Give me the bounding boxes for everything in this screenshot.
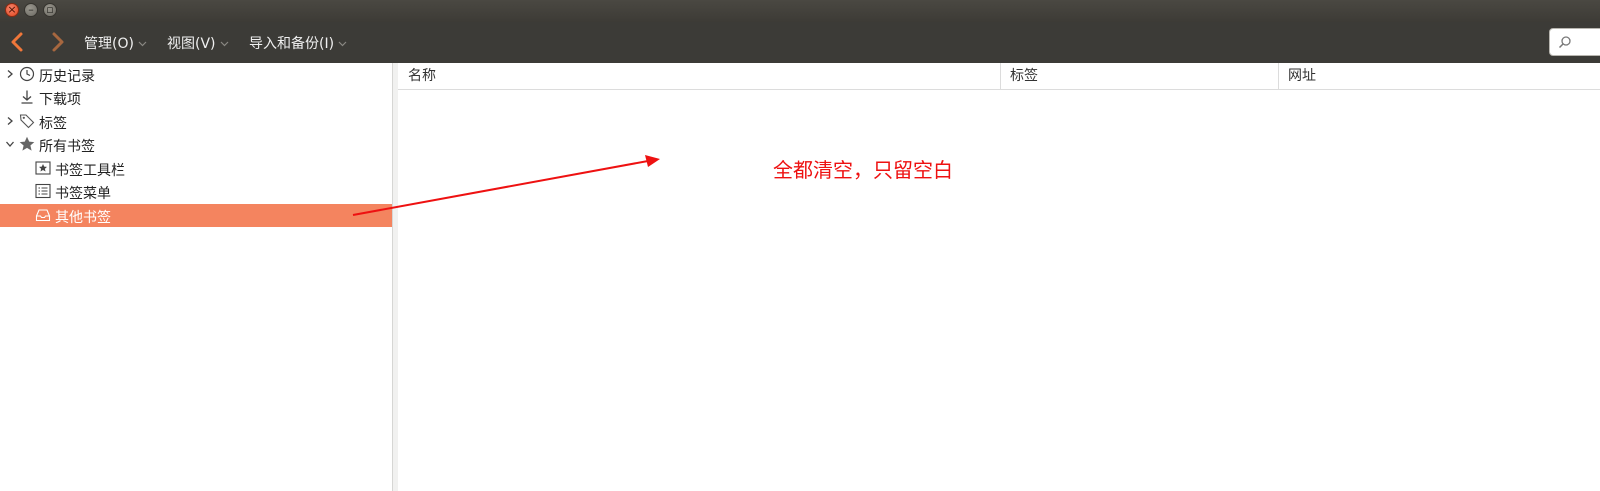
- menu-import-backup[interactable]: 导入和备份(I): [249, 33, 347, 53]
- sidebar-item-label: 书签工具栏: [55, 163, 125, 179]
- sidebar-item-all-bookmarks[interactable]: 所有书签: [0, 133, 392, 156]
- menu-import-backup-label: 导入和备份(I): [249, 36, 335, 52]
- sidebar-item-bookmarks-toolbar[interactable]: 书签工具栏: [0, 157, 392, 180]
- search-input[interactable]: [1549, 28, 1600, 56]
- column-header-row: 名称 标签 网址: [398, 63, 1600, 90]
- chevron-left-icon: [11, 32, 23, 52]
- star-icon: [19, 136, 35, 151]
- bookmark-toolbar-icon: [35, 161, 51, 175]
- sidebar-item-label: 标签: [39, 116, 67, 132]
- search-icon: [1558, 36, 1571, 49]
- unsorted-bookmarks-icon: [35, 209, 51, 222]
- sidebar-item-bookmarks-menu[interactable]: 书签菜单: [0, 180, 392, 203]
- maximize-icon[interactable]: ▫: [43, 3, 57, 17]
- menu-view-label: 视图(V): [167, 36, 216, 52]
- chevron-down-icon[interactable]: [5, 139, 15, 149]
- menu-manage-label: 管理(O): [84, 36, 134, 52]
- minimize-icon[interactable]: –: [24, 3, 38, 17]
- back-button[interactable]: [7, 31, 29, 53]
- clock-icon: [19, 66, 35, 82]
- chevron-down-icon: [138, 41, 147, 46]
- tag-icon: [19, 114, 35, 129]
- sidebar-tree: 历史记录 下载项 标签 所有书签 书签工具栏 书签菜单 其他书签: [0, 63, 392, 491]
- chevron-right-icon[interactable]: [5, 69, 15, 79]
- column-header-tags[interactable]: 标签: [1010, 63, 1038, 89]
- annotation-text: 全都清空，只留空白: [773, 158, 953, 182]
- sidebar-item-label: 历史记录: [39, 69, 95, 85]
- sidebar-item-tags[interactable]: 标签: [0, 110, 392, 133]
- download-icon: [21, 90, 33, 104]
- forward-button[interactable]: [46, 31, 68, 53]
- column-header-url[interactable]: 网址: [1288, 63, 1316, 89]
- toolbar: 管理(O) 视图(V) 导入和备份(I): [0, 22, 1600, 63]
- sidebar-item-history[interactable]: 历史记录: [0, 63, 392, 86]
- sidebar-item-other-bookmarks[interactable]: 其他书签: [0, 204, 392, 227]
- column-divider[interactable]: [1000, 63, 1001, 89]
- menu-view[interactable]: 视图(V): [167, 33, 229, 53]
- sidebar-item-downloads[interactable]: 下载项: [0, 86, 392, 109]
- chevron-down-icon: [220, 41, 228, 46]
- chevron-right-icon[interactable]: [5, 116, 15, 126]
- menu-manage[interactable]: 管理(O): [84, 33, 147, 53]
- bookmark-menu-icon: [35, 183, 51, 199]
- sidebar-item-label: 下载项: [39, 92, 81, 108]
- column-divider[interactable]: [1278, 63, 1279, 89]
- sidebar-item-label: 书签菜单: [55, 186, 111, 202]
- sidebar-item-label: 所有书签: [39, 139, 95, 155]
- bookmark-list: 名称 标签 网址: [398, 63, 1600, 491]
- chevron-right-icon: [52, 32, 64, 52]
- window-titlebar: × – ▫: [0, 0, 1600, 22]
- sidebar-item-label: 其他书签: [55, 210, 111, 226]
- close-icon[interactable]: ×: [5, 3, 19, 17]
- chevron-down-icon: [338, 41, 347, 46]
- column-header-name[interactable]: 名称: [408, 63, 436, 89]
